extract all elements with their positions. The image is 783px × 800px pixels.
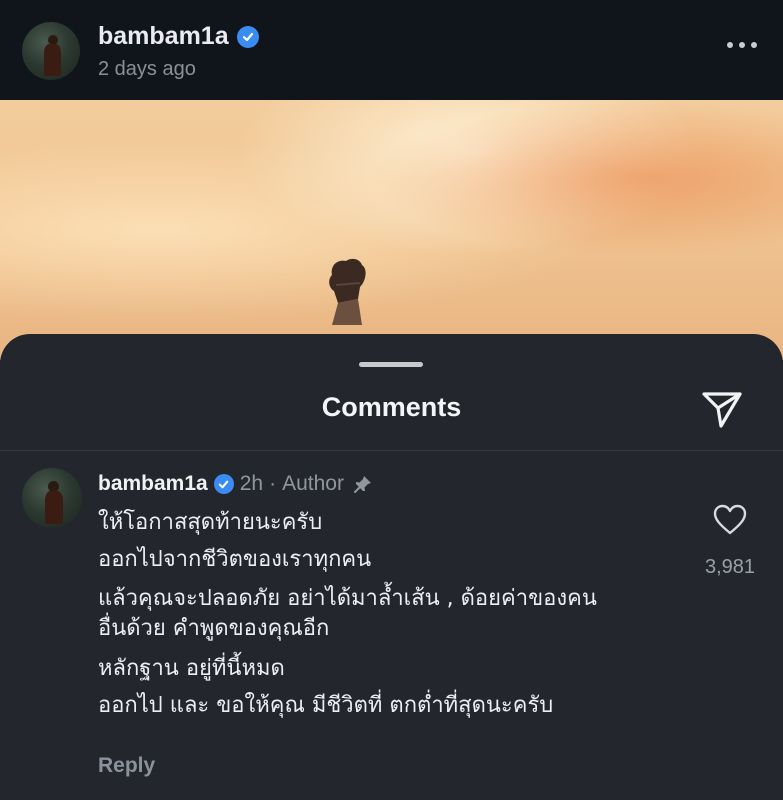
comment-line: อื่นด้วย คำพูดของคุณอีก xyxy=(98,616,330,641)
post-author-avatar[interactable] xyxy=(22,22,80,80)
post-image[interactable] xyxy=(0,100,783,360)
comment-time: 2h xyxy=(239,472,264,495)
post-header: bambam1a 2 days ago xyxy=(0,0,783,100)
comment-line: แล้วคุณจะปลอดภัย อย่าได้มาล้ำเส้น , ด้อย… xyxy=(98,586,597,611)
more-options-icon[interactable] xyxy=(727,40,757,50)
comment-line: หลักฐาน อยู่ที่นี้หมด xyxy=(98,656,285,681)
comment-author-avatar[interactable] xyxy=(22,468,82,528)
comment-line: ให้โอกาสสุดท้ายนะครับ xyxy=(98,510,323,535)
comment-username[interactable]: bambam1a xyxy=(98,472,208,496)
sheet-divider xyxy=(0,450,783,451)
verified-badge-icon xyxy=(236,25,259,48)
post-username[interactable]: bambam1a xyxy=(98,22,229,51)
sheet-grabber[interactable] xyxy=(359,362,423,367)
send-icon[interactable] xyxy=(700,386,744,430)
author-label: Author xyxy=(282,472,344,495)
verified-badge-icon xyxy=(213,474,234,494)
comments-title: Comments xyxy=(321,392,462,422)
comment-text: ให้โอกาสสุดท้ายนะครับ ออกไปจากชีวิตของเร… xyxy=(98,504,688,724)
comment-line: ออกไป และ ขอให้คุณ มีชีวิตที่ ตกต่ำที่สุ… xyxy=(98,693,554,718)
reply-button[interactable]: Reply xyxy=(98,754,155,778)
post-timestamp: 2 days ago xyxy=(98,58,196,80)
pin-icon xyxy=(353,476,371,493)
raised-fist-graphic xyxy=(329,258,366,325)
comments-sheet: Comments bambam1a 2h · Author ให้โอกาสสุ… xyxy=(0,334,783,800)
meta-separator: · xyxy=(269,472,277,495)
comment-header: bambam1a 2h · Author xyxy=(98,472,374,496)
heart-icon[interactable] xyxy=(713,504,747,536)
post-author[interactable]: bambam1a xyxy=(98,22,259,51)
comment-line: ออกไปจากชีวิตของเราทุกคน xyxy=(98,547,372,572)
like-count: 3,981 xyxy=(704,556,756,578)
